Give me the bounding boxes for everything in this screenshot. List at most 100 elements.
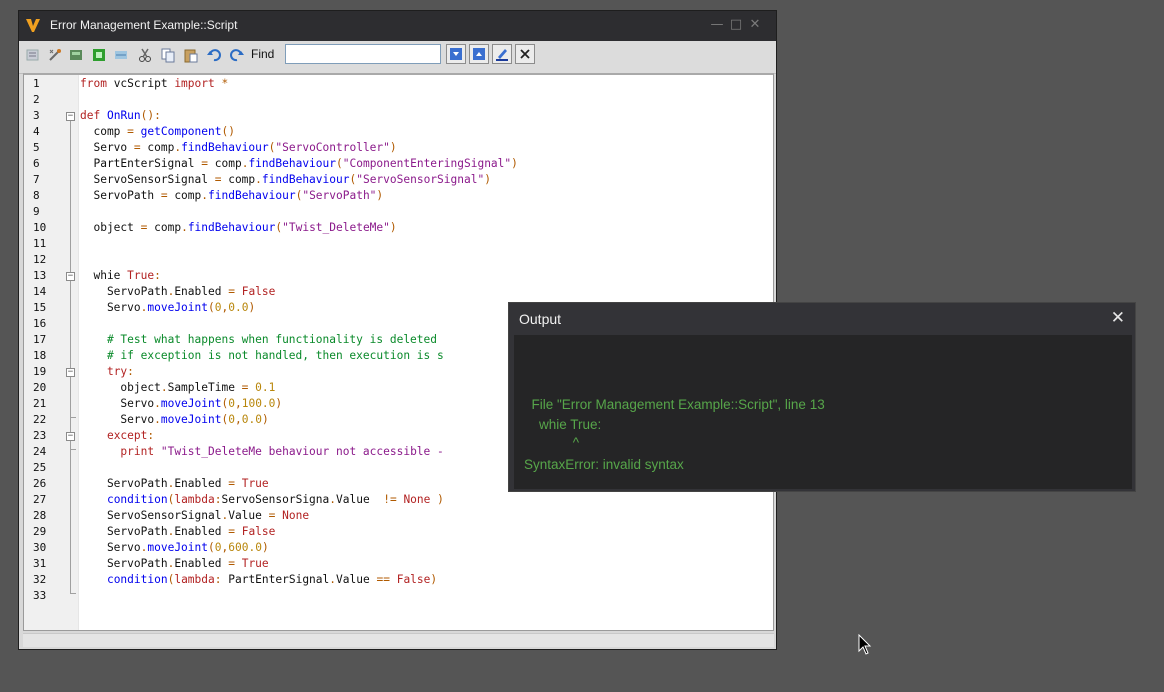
line-number: 14	[33, 285, 47, 298]
fold-collapse-icon[interactable]: −	[66, 272, 75, 281]
fold-end-marker	[70, 449, 76, 450]
output-line: ^	[524, 435, 580, 450]
line-number: 15	[33, 301, 47, 314]
close-icon[interactable]: ✕	[747, 16, 763, 34]
code-line: try:	[106, 365, 134, 378]
fold-collapse-icon[interactable]: −	[66, 432, 75, 441]
close-icon[interactable]: ✕	[1111, 309, 1125, 327]
copy-icon[interactable]	[159, 46, 177, 64]
output-panel: Output ✕ File "Error Management Example:…	[508, 302, 1136, 492]
run-icon[interactable]	[90, 46, 108, 64]
code-line: print "Twist_DeleteMe behaviour not acce…	[120, 445, 444, 458]
uncomment-icon[interactable]	[46, 46, 64, 64]
code-line: Servo.moveJoint(0,0.0)	[80, 413, 269, 426]
line-number: 27	[33, 493, 47, 506]
window-title: Error Management Example::Script	[50, 18, 238, 32]
fold-margin	[64, 75, 79, 630]
line-number: 13	[33, 269, 47, 282]
line-number: 11	[33, 237, 47, 250]
code-line: except:	[106, 429, 155, 442]
line-number: 32	[33, 573, 47, 586]
maximize-icon[interactable]: □	[728, 16, 744, 34]
code-line: Servo = comp.findBehaviour("ServoControl…	[80, 141, 397, 154]
code-line: ServoPath.Enabled = False	[80, 285, 276, 298]
fold-guide	[70, 121, 71, 593]
line-number: 9	[33, 205, 40, 218]
code-line: ServoPath = comp.findBehaviour("ServoPat…	[80, 189, 384, 202]
minimize-icon[interactable]: —	[709, 16, 725, 34]
code-line: condition(lambda: PartEnterSignal.Value …	[106, 573, 438, 586]
toolbar: Find	[19, 41, 776, 74]
find-next-icon[interactable]	[446, 44, 466, 64]
output-line: SyntaxError: invalid syntax	[524, 457, 684, 472]
code-line: Servo.moveJoint(0,0.0)	[80, 301, 256, 314]
line-number: 6	[33, 157, 40, 170]
clear-find-icon[interactable]	[515, 44, 535, 64]
line-number: 31	[33, 557, 47, 570]
undo-icon[interactable]	[205, 46, 223, 64]
fold-collapse-icon[interactable]: −	[66, 112, 75, 121]
code-line: ServoSensorSignal.Value = None	[80, 509, 310, 522]
line-number: 18	[33, 349, 47, 362]
output-console[interactable]: File "Error Management Example::Script",…	[514, 335, 1132, 489]
output-line: File "Error Management Example::Script",…	[524, 397, 825, 412]
line-number: 22	[33, 413, 47, 426]
code-line: ServoPath.Enabled = True	[80, 557, 269, 570]
output-line: whie True:	[524, 417, 602, 432]
line-number: 30	[33, 541, 47, 554]
line-number: 17	[33, 333, 47, 346]
find-label: Find	[251, 47, 275, 61]
code-line: Servo.moveJoint(0,100.0)	[80, 397, 283, 410]
compile-icon[interactable]	[67, 46, 85, 64]
line-number: 4	[33, 125, 40, 138]
find-input[interactable]	[285, 44, 441, 64]
code-line: Servo.moveJoint(0,600.0)	[80, 541, 269, 554]
line-number: 29	[33, 525, 47, 538]
line-number: 20	[33, 381, 47, 394]
fold-end-marker	[70, 417, 76, 418]
outline-icon[interactable]	[112, 46, 130, 64]
code-line: ServoPath.Enabled = True	[80, 477, 269, 490]
line-number: 25	[33, 461, 47, 474]
code-line: whie True:	[80, 269, 161, 282]
app-logo-icon	[26, 19, 40, 32]
code-line: # if exception is not handled, then exec…	[106, 349, 444, 362]
comment-icon[interactable]	[24, 46, 42, 64]
line-number: 5	[33, 141, 40, 154]
line-number: 12	[33, 253, 47, 266]
line-number: 23	[33, 429, 47, 442]
code-line: # Test what happens when functionality i…	[106, 333, 437, 346]
line-number: 7	[33, 173, 40, 186]
line-number: 28	[33, 509, 47, 522]
code-line: ServoSensorSignal = comp.findBehaviour("…	[80, 173, 491, 186]
line-number: 21	[33, 397, 47, 410]
code-line: condition(lambda:ServoSensorSigna.Value …	[106, 493, 444, 506]
code-line: from vcScript import *	[80, 77, 229, 90]
output-title: Output	[519, 311, 562, 327]
line-number: 10	[33, 221, 47, 234]
code-line: def OnRun():	[80, 109, 161, 122]
fold-collapse-icon[interactable]: −	[66, 368, 75, 377]
code-line: PartEnterSignal = comp.findBehaviour("Co…	[80, 157, 518, 170]
title-bar[interactable]: Error Management Example::Script — □ ✕	[19, 11, 776, 41]
cut-icon[interactable]	[136, 46, 154, 64]
code-line: object = comp.findBehaviour("Twist_Delet…	[80, 221, 397, 234]
code-line: object.SampleTime = 0.1	[80, 381, 276, 394]
find-previous-icon[interactable]	[469, 44, 489, 64]
line-number: 19	[33, 365, 47, 378]
mouse-pointer-icon	[858, 634, 872, 655]
code-line: ServoPath.Enabled = False	[80, 525, 276, 538]
line-number: 16	[33, 317, 47, 330]
line-number: 24	[33, 445, 47, 458]
code-line: comp = getComponent()	[80, 125, 235, 138]
line-number: 1	[33, 77, 40, 90]
line-number: 3	[33, 109, 40, 122]
line-number: 33	[33, 589, 47, 602]
fold-end-marker	[70, 593, 76, 594]
horizontal-scrollbar[interactable]	[23, 633, 774, 647]
line-number: 8	[33, 189, 40, 202]
highlight-icon[interactable]	[492, 44, 512, 64]
line-number: 26	[33, 477, 47, 490]
paste-icon[interactable]	[182, 46, 200, 64]
redo-icon[interactable]	[228, 46, 246, 64]
